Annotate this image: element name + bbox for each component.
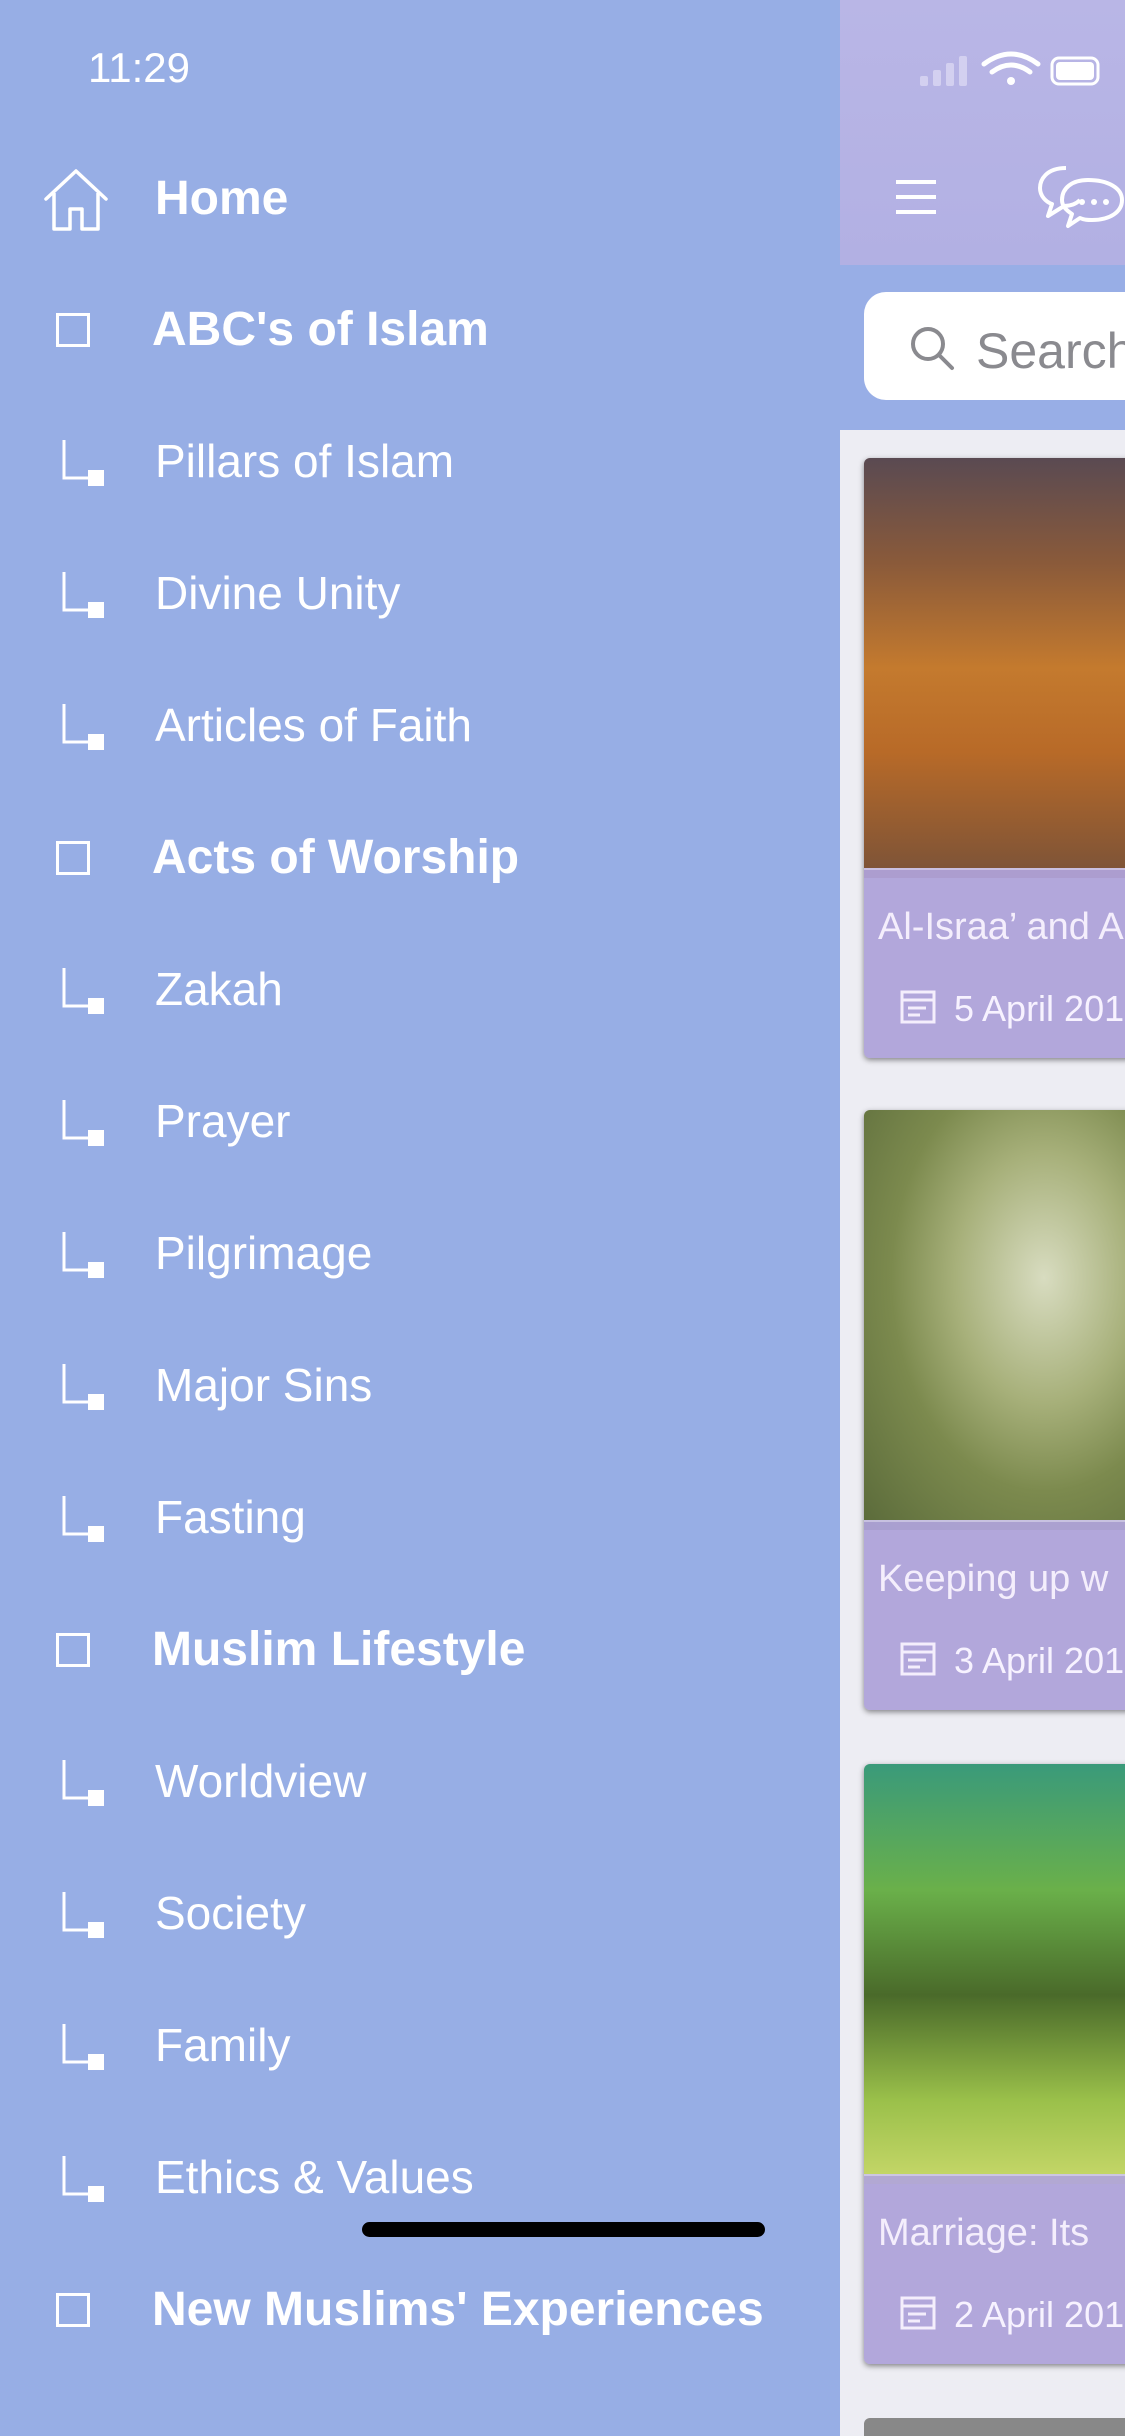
- calendar-icon: [900, 1642, 936, 1676]
- drawer-item-label: Pilgrimage: [155, 1227, 373, 1279]
- subitem-branch-icon: [62, 1100, 104, 1146]
- drawer-item-home[interactable]: Home: [0, 145, 840, 255]
- calendar-icon: [900, 990, 936, 1024]
- search-input[interactable]: Search: [864, 292, 1125, 400]
- subitem-branch-icon: [62, 1232, 104, 1278]
- article-card[interactable]: Al-Israa’ and A 5 April 201: [864, 458, 1125, 1058]
- drawer-item-label: Society: [155, 1887, 306, 1939]
- drawer-subitem[interactable]: Society: [0, 1860, 840, 1970]
- subitem-branch-icon: [62, 1496, 104, 1542]
- drawer-subitem[interactable]: Divine Unity: [0, 540, 840, 650]
- article-image: [864, 458, 1125, 878]
- wifi-icon: [981, 51, 1041, 85]
- article-card[interactable]: Keeping up w 3 April 201: [864, 1110, 1125, 1710]
- article-title: Keeping up w: [878, 1558, 1109, 1600]
- drawer-item-label: Family: [155, 2019, 291, 2071]
- home-icon: [44, 169, 108, 231]
- drawer-subitem[interactable]: Articles of Faith: [0, 672, 840, 782]
- top-bar: [840, 0, 1125, 265]
- drawer-subitem[interactable]: Major Sins: [0, 1332, 840, 1442]
- article-date: 3 April 201: [954, 1640, 1125, 1681]
- drawer-subitem[interactable]: Ethics & Values: [0, 2124, 840, 2234]
- subitem-branch-icon: [62, 704, 104, 750]
- article-date: 2 April 201: [954, 2294, 1125, 2335]
- drawer-item-label: ABC's of Islam: [152, 303, 489, 356]
- article-title: Marriage: Its: [878, 2212, 1090, 2254]
- square-icon: [56, 1633, 90, 1667]
- search-bar-area: Search: [840, 265, 1125, 430]
- drawer-subitem[interactable]: Prayer: [0, 1068, 840, 1178]
- article-image: [864, 1110, 1125, 1530]
- drawer-subitem[interactable]: Pillars of Islam: [0, 408, 840, 518]
- drawer-subitem[interactable]: Worldview: [0, 1728, 840, 1838]
- drawer-section-item[interactable]: New Muslims' Experiences: [0, 2256, 840, 2366]
- article-title: Al-Israa’ and A: [878, 906, 1124, 948]
- drawer-section-item[interactable]: Acts of Worship: [0, 804, 840, 914]
- square-icon: [56, 313, 90, 347]
- status-time: 11:29: [88, 44, 190, 91]
- square-icon: [56, 841, 90, 875]
- home-indicator: [362, 2222, 765, 2237]
- menu-button[interactable]: [892, 172, 942, 222]
- subitem-branch-icon: [62, 440, 104, 486]
- article-caption: Al-Israa’ and A 5 April 201: [864, 868, 1125, 1058]
- drawer-item-label: Pillars of Islam: [155, 435, 455, 487]
- article-caption: Keeping up w 3 April 201: [864, 1520, 1125, 1710]
- navigation-drawer: 11:29 Home ABC's of Islam Pillars of Isla…: [0, 0, 840, 2436]
- drawer-item-label: Muslim Lifestyle: [152, 1623, 526, 1676]
- drawer-item-label: Prayer: [155, 1095, 291, 1147]
- drawer-section-item[interactable]: ABC's of Islam: [0, 276, 840, 386]
- drawer-section-item[interactable]: Muslim Lifestyle: [0, 1596, 840, 1706]
- subitem-branch-icon: [62, 1760, 104, 1806]
- battery-icon: [1050, 56, 1100, 86]
- chat-bubbles-icon: [1038, 166, 1124, 228]
- subitem-branch-icon: [62, 1892, 104, 1938]
- drawer-subitem[interactable]: Pilgrimage: [0, 1200, 840, 1310]
- drawer-item-label: Home: [155, 172, 289, 225]
- subitem-branch-icon: [62, 968, 104, 1014]
- drawer-item-label: Fasting: [155, 1491, 306, 1543]
- search-icon: [911, 327, 954, 370]
- drawer-subitem[interactable]: Family: [0, 1992, 840, 2102]
- drawer-item-label: Worldview: [155, 1755, 367, 1807]
- subitem-branch-icon: [62, 572, 104, 618]
- square-icon: [56, 2293, 90, 2327]
- drawer-item-label: Articles of Faith: [155, 699, 472, 751]
- chat-button[interactable]: [1036, 162, 1125, 232]
- subitem-branch-icon: [62, 2024, 104, 2070]
- hamburger-icon: [896, 180, 936, 214]
- drawer-item-label: Acts of Worship: [152, 831, 520, 884]
- article-image: [864, 1764, 1125, 2184]
- drawer-subitem[interactable]: Fasting: [0, 1464, 840, 1574]
- article-card-partial: [864, 2418, 1125, 2436]
- article-card[interactable]: Marriage: Its 2 April 201: [864, 1764, 1125, 2364]
- search-placeholder: Search: [976, 323, 1125, 379]
- status-icons: [880, 50, 1100, 90]
- drawer-item-label: Zakah: [155, 963, 283, 1015]
- calendar-icon: [900, 2296, 936, 2330]
- subitem-branch-icon: [62, 2156, 104, 2202]
- signal-icon: [920, 56, 967, 86]
- drawer-item-label: Major Sins: [155, 1359, 373, 1411]
- main-content: Search Al-Israa’ and A 5 April 201 Keepi…: [840, 0, 1125, 2436]
- subitem-branch-icon: [62, 1364, 104, 1410]
- drawer-item-label: Divine Unity: [155, 567, 401, 619]
- drawer-subitem[interactable]: Zakah: [0, 936, 840, 1046]
- article-caption: Marriage: Its 2 April 201: [864, 2174, 1125, 2364]
- drawer-item-label: Ethics & Values: [155, 2151, 474, 2203]
- article-date: 5 April 201: [954, 988, 1125, 1029]
- drawer-item-label: New Muslims' Experiences: [152, 2283, 764, 2336]
